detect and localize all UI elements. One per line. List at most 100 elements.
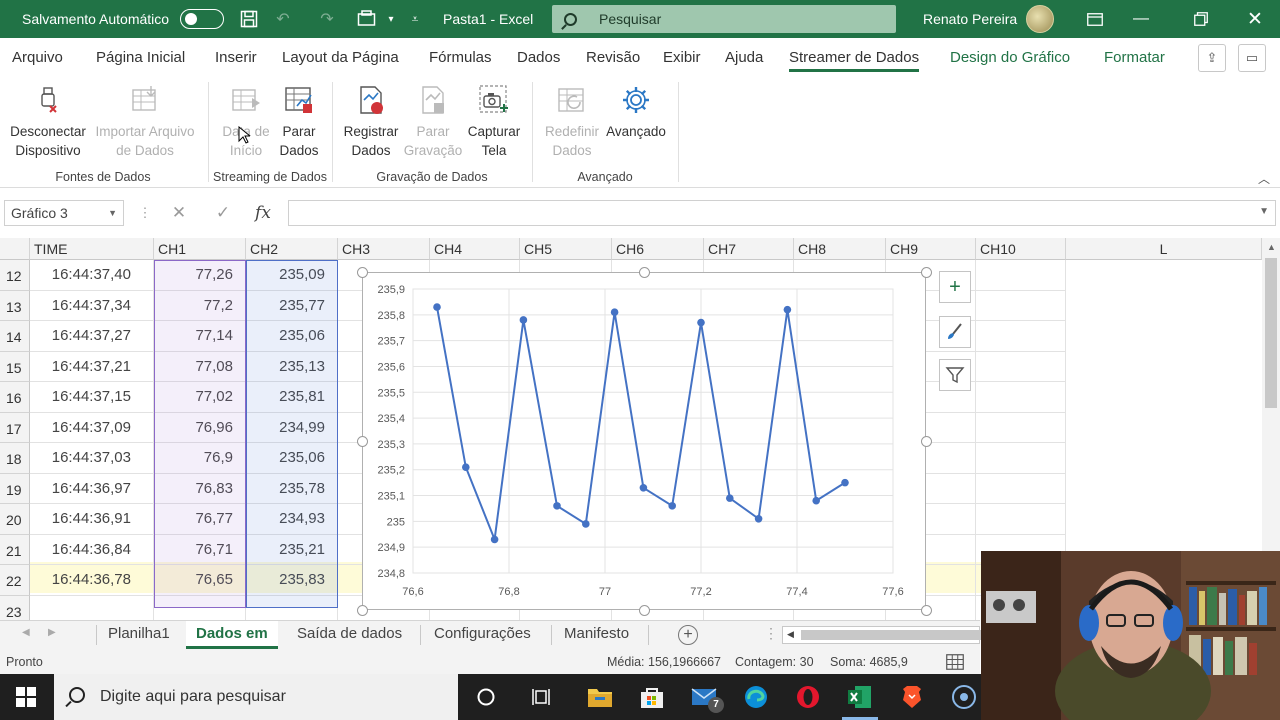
cell-empty[interactable] bbox=[976, 290, 1066, 321]
normal-view-icon[interactable] bbox=[946, 654, 964, 670]
row-header[interactable]: 19 bbox=[0, 473, 30, 504]
next-sheet-icon[interactable]: ▶ bbox=[48, 627, 56, 638]
search-box[interactable]: Pesquisar bbox=[552, 5, 896, 33]
row-header[interactable]: 13 bbox=[0, 290, 30, 321]
cell-ch2[interactable]: 234,99 bbox=[246, 412, 338, 443]
tab-formatar[interactable]: Formatar bbox=[1104, 38, 1165, 78]
cell-ch1[interactable]: 77,14 bbox=[154, 321, 246, 352]
cell-ch2[interactable]: 235,78 bbox=[246, 473, 338, 504]
insert-function-icon[interactable]: fx bbox=[250, 200, 276, 226]
capture-screen-button[interactable]: Capturar Tela bbox=[464, 84, 524, 160]
cell-ch1[interactable]: 76,71 bbox=[154, 534, 246, 565]
cell-time[interactable]: 16:44:37,40 bbox=[30, 260, 154, 291]
cell-time[interactable]: 16:44:36,84 bbox=[30, 534, 154, 565]
redo-icon[interactable]: ↷ bbox=[316, 8, 338, 30]
avatar[interactable] bbox=[1026, 5, 1054, 33]
tab-pagina-inicial[interactable]: Página Inicial bbox=[96, 38, 185, 78]
prev-sheet-icon[interactable]: ◀ bbox=[22, 627, 30, 638]
resize-handle[interactable] bbox=[357, 267, 368, 278]
cell-ch1[interactable]: 76,83 bbox=[154, 473, 246, 504]
cell-ch1[interactable]: 76,65 bbox=[154, 565, 246, 596]
tab-design-do-grafico[interactable]: Design do Gráfico bbox=[950, 38, 1070, 78]
sheet-tab-saida-de-dados[interactable]: Saída de dados bbox=[287, 621, 412, 649]
column-header-ch2[interactable]: CH2 bbox=[246, 238, 338, 260]
stop-data-button[interactable]: Parar Dados bbox=[272, 84, 326, 160]
cell-ch1[interactable]: 77,08 bbox=[154, 351, 246, 382]
tab-ajuda[interactable]: Ajuda bbox=[725, 38, 763, 78]
cell-empty[interactable] bbox=[976, 412, 1066, 443]
close-icon[interactable]: ✕ bbox=[1232, 0, 1278, 38]
cell-time[interactable]: 16:44:37,15 bbox=[30, 382, 154, 413]
cell-ch2[interactable] bbox=[246, 595, 338, 620]
enter-icon[interactable]: ✓ bbox=[210, 200, 236, 226]
status-sum[interactable]: Soma: 4685,9 bbox=[830, 655, 908, 669]
column-header-ch6[interactable]: CH6 bbox=[612, 238, 704, 260]
sheet-tab-manifesto[interactable]: Manifesto bbox=[554, 621, 639, 649]
cell-ch2[interactable]: 235,77 bbox=[246, 290, 338, 321]
row-header[interactable]: 17 bbox=[0, 412, 30, 443]
formula-input[interactable]: ▼ bbox=[288, 200, 1276, 226]
stop-recording-button[interactable]: Parar Gravação bbox=[402, 84, 464, 160]
scroll-thumb[interactable] bbox=[1265, 258, 1277, 408]
task-view-icon[interactable] bbox=[526, 681, 558, 713]
resize-handle[interactable] bbox=[921, 436, 932, 447]
row-header[interactable]: 22 bbox=[0, 565, 30, 596]
row-header[interactable]: 12 bbox=[0, 260, 30, 291]
cell-ch1[interactable]: 76,96 bbox=[154, 412, 246, 443]
sheet-tab-dados-em[interactable]: Dados em bbox=[186, 621, 278, 649]
column-header-ch1[interactable]: CH1 bbox=[154, 238, 246, 260]
chart-area[interactable]: 234,8 234,9 235 235,1 235,2 235,3 235,4 235,5 23… bbox=[362, 272, 926, 610]
scroll-up-icon[interactable]: ▲ bbox=[1267, 242, 1276, 252]
advanced-button[interactable]: Avançado bbox=[604, 84, 668, 141]
scroll-thumb[interactable] bbox=[801, 630, 981, 640]
comments-icon[interactable]: ▭ bbox=[1238, 44, 1266, 72]
row-header[interactable]: 21 bbox=[0, 534, 30, 565]
chart-styles-button[interactable] bbox=[939, 316, 971, 348]
column-header-ch8[interactable]: CH8 bbox=[794, 238, 886, 260]
cell-ch2[interactable]: 234,93 bbox=[246, 504, 338, 535]
chevron-down-icon[interactable]: ▼ bbox=[108, 201, 117, 225]
file-explorer-icon[interactable] bbox=[584, 681, 616, 713]
minimize-icon[interactable]: — bbox=[1118, 0, 1164, 38]
resize-handle[interactable] bbox=[639, 267, 650, 278]
tab-arquivo[interactable]: Arquivo bbox=[12, 38, 63, 78]
tab-layout-da-pagina[interactable]: Layout da Página bbox=[282, 38, 399, 78]
resize-handle[interactable] bbox=[921, 267, 932, 278]
row-header[interactable]: 15 bbox=[0, 351, 30, 382]
cell-ch1[interactable]: 76,77 bbox=[154, 504, 246, 535]
cell-time[interactable]: 16:44:36,78 bbox=[30, 565, 154, 596]
cell-time[interactable]: 16:44:37,09 bbox=[30, 412, 154, 443]
cell-ch2[interactable]: 235,21 bbox=[246, 534, 338, 565]
add-sheet-icon[interactable]: + bbox=[678, 625, 698, 645]
scroll-left-icon[interactable]: ◀ bbox=[787, 629, 794, 640]
cell-time[interactable]: 16:44:36,91 bbox=[30, 504, 154, 535]
ribbon-display-options-icon[interactable] bbox=[1072, 0, 1118, 38]
cell-empty[interactable] bbox=[976, 443, 1066, 474]
column-header-time[interactable]: TIME bbox=[30, 238, 154, 260]
cell-time[interactable]: 16:44:37,21 bbox=[30, 351, 154, 382]
touch-mode-icon[interactable] bbox=[356, 8, 378, 30]
column-header-ch5[interactable]: CH5 bbox=[520, 238, 612, 260]
status-count[interactable]: Contagem: 30 bbox=[735, 655, 814, 669]
horizontal-scrollbar[interactable]: ◀ bbox=[782, 626, 981, 644]
tab-formulas[interactable]: Fórmulas bbox=[429, 38, 492, 78]
chart-filters-button[interactable] bbox=[939, 359, 971, 391]
cell-empty[interactable] bbox=[976, 260, 1066, 291]
resize-handle[interactable] bbox=[921, 605, 932, 616]
chart-elements-button[interactable]: + bbox=[939, 271, 971, 303]
tab-dados[interactable]: Dados bbox=[517, 38, 560, 78]
cell-ch2[interactable]: 235,81 bbox=[246, 382, 338, 413]
customize-toolbar-icon[interactable]: ⩡ bbox=[404, 8, 426, 30]
row-header[interactable]: 23 bbox=[0, 595, 30, 620]
cell-ch2[interactable]: 235,83 bbox=[246, 565, 338, 596]
taskbar-search[interactable]: Digite aqui para pesquisar bbox=[54, 674, 458, 720]
cancel-icon[interactable]: ✕ bbox=[166, 200, 192, 226]
cell-time[interactable] bbox=[30, 595, 154, 620]
expand-formula-bar-icon[interactable]: ▼ bbox=[1259, 206, 1269, 217]
resize-handle[interactable] bbox=[639, 605, 650, 616]
sheet-tab-planilha1[interactable]: Planilha1 bbox=[98, 621, 180, 649]
cell-ch1[interactable]: 76,9 bbox=[154, 443, 246, 474]
cell-ch1[interactable]: 77,2 bbox=[154, 290, 246, 321]
tab-streamer-de-dados[interactable]: Streamer de Dados bbox=[789, 38, 920, 78]
cell-time[interactable]: 16:44:37,27 bbox=[30, 321, 154, 352]
